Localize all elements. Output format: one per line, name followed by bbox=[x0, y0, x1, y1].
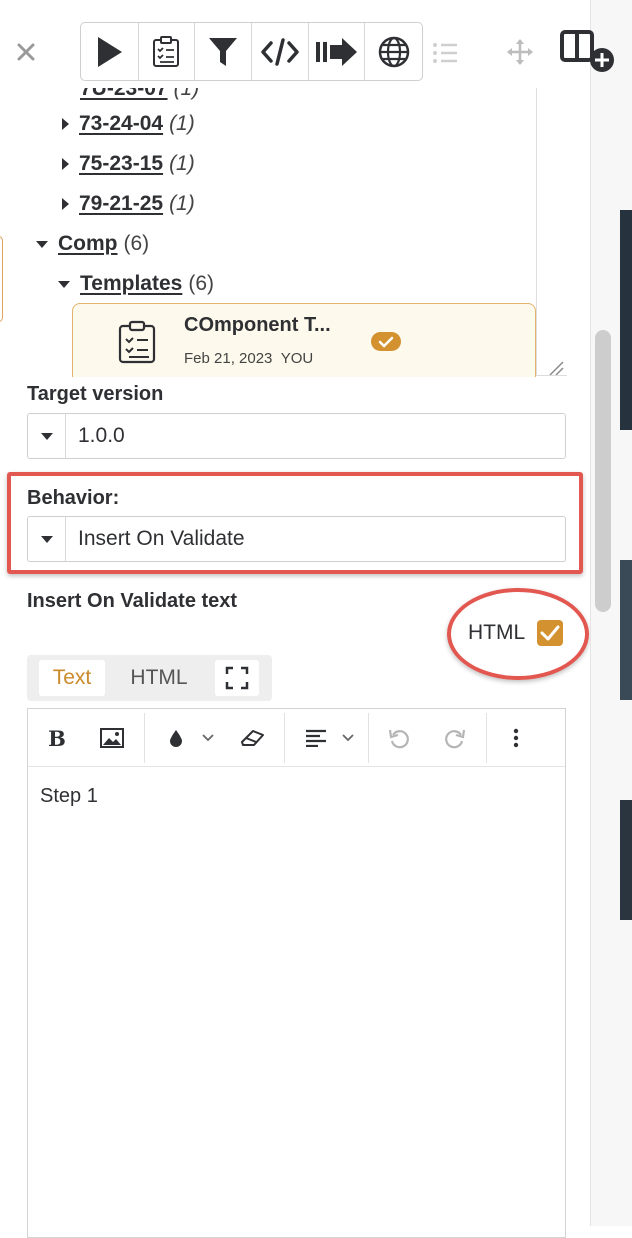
tree-item-count: (1) bbox=[169, 192, 195, 215]
tree-item-label[interactable]: Templates bbox=[80, 272, 182, 296]
fullscreen-icon bbox=[225, 666, 249, 690]
check-badge-icon bbox=[371, 332, 401, 351]
template-title: COmponent T... bbox=[184, 314, 331, 336]
tree-item-comp[interactable]: Comp (6) bbox=[36, 229, 149, 259]
top-toolbar bbox=[0, 0, 590, 88]
tree-item-count: (6) bbox=[123, 232, 150, 255]
filter-icon bbox=[209, 37, 238, 66]
close-icon[interactable] bbox=[14, 40, 38, 64]
image-icon bbox=[100, 728, 124, 748]
target-version-value: 1.0.0 bbox=[78, 424, 125, 447]
dropdown-caret-icon[interactable] bbox=[28, 414, 66, 458]
arrow-right-bars-icon bbox=[315, 37, 357, 66]
action-toolbar bbox=[80, 22, 423, 81]
expand-arrow-icon[interactable] bbox=[62, 198, 69, 210]
bold-icon: B bbox=[48, 725, 66, 751]
side-panel: 7U-23-07 (1) 73-24-04 (1) 75-23-15 (1) 79… bbox=[0, 0, 590, 1238]
collapse-arrow-icon[interactable] bbox=[58, 280, 70, 288]
rich-text-editor: B Step 1 bbox=[27, 708, 566, 1238]
tree-divider bbox=[536, 88, 537, 376]
clipboard-checklist-icon bbox=[153, 35, 180, 67]
expand-arrow-icon[interactable] bbox=[62, 158, 69, 170]
more-vertical-icon bbox=[513, 728, 519, 748]
highlight-rectangle bbox=[7, 472, 583, 574]
eraser-icon bbox=[241, 730, 264, 746]
tree-item-templates[interactable]: Templates (6) bbox=[58, 269, 214, 299]
background-window-edge bbox=[620, 800, 632, 920]
target-version-select[interactable]: 1.0.0 bbox=[27, 413, 566, 459]
filter-button[interactable] bbox=[195, 23, 252, 80]
move-icon[interactable] bbox=[504, 36, 536, 68]
bold-button[interactable]: B bbox=[44, 723, 70, 753]
align-left-icon bbox=[306, 729, 326, 747]
text-color-button[interactable] bbox=[164, 723, 220, 753]
tab-text[interactable]: Text bbox=[39, 660, 105, 696]
droplet-icon bbox=[170, 730, 182, 747]
tab-html[interactable]: HTML bbox=[119, 660, 199, 696]
add-panel-icon[interactable] bbox=[560, 28, 618, 74]
align-button[interactable] bbox=[300, 723, 360, 753]
globe-icon bbox=[378, 36, 409, 67]
tree-item-label[interactable]: Comp bbox=[58, 232, 118, 256]
expand-arrow-icon[interactable] bbox=[62, 118, 69, 130]
tree-item-79-21-25[interactable]: 79-21-25 (1) bbox=[62, 189, 195, 219]
target-version-label: Target version bbox=[27, 383, 164, 405]
tree-item-count: (1) bbox=[169, 152, 195, 175]
editor-toolbar: B bbox=[28, 709, 565, 767]
clear-format-button[interactable] bbox=[238, 723, 268, 753]
tree-item-count: (6) bbox=[188, 272, 214, 295]
fullscreen-button[interactable] bbox=[215, 660, 259, 696]
background-window-edge bbox=[620, 560, 632, 700]
code-icon bbox=[261, 37, 299, 66]
scrollbar-thumb[interactable] bbox=[595, 330, 611, 612]
code-button[interactable] bbox=[252, 23, 309, 80]
list-icon[interactable] bbox=[430, 38, 460, 68]
tree-item-label[interactable]: 79-21-25 bbox=[79, 192, 163, 216]
template-card[interactable]: COmponent T... Feb 21, 2023 YOU bbox=[72, 303, 536, 377]
tree-item-label[interactable]: 73-24-04 bbox=[79, 112, 163, 136]
more-options-button[interactable] bbox=[506, 723, 526, 753]
editor-mode-tabs: Text HTML bbox=[27, 655, 272, 701]
tree-item-75-23-15[interactable]: 75-23-15 (1) bbox=[62, 149, 195, 179]
tree-item-label[interactable]: 75-23-15 bbox=[79, 152, 163, 176]
template-meta: Feb 21, 2023 YOU bbox=[184, 350, 313, 367]
tree-item-73-24-04[interactable]: 73-24-04 (1) bbox=[62, 109, 195, 139]
collapse-arrow-icon[interactable] bbox=[36, 240, 48, 248]
clipboard-checklist-icon bbox=[118, 320, 156, 364]
undo-button[interactable] bbox=[386, 723, 412, 753]
template-owner: YOU bbox=[280, 350, 314, 367]
chevron-down-icon bbox=[202, 734, 214, 742]
background-window-edge bbox=[620, 210, 632, 430]
redo-icon bbox=[445, 729, 466, 749]
insert-text-label: Insert On Validate text bbox=[27, 590, 238, 612]
run-button[interactable] bbox=[81, 23, 139, 80]
insert-image-button[interactable] bbox=[98, 723, 126, 753]
template-date: Feb 21, 2023 bbox=[184, 350, 273, 367]
resize-handle-icon[interactable] bbox=[546, 358, 564, 376]
undo-icon bbox=[388, 729, 409, 749]
highlight-oval bbox=[447, 588, 589, 680]
left-accent-frame bbox=[0, 236, 3, 322]
tree-item-partial[interactable]: 7U-23-07 (1) bbox=[80, 88, 199, 104]
play-icon bbox=[98, 36, 123, 67]
chevron-down-icon bbox=[342, 734, 354, 742]
tree-item-count: (1) bbox=[169, 112, 195, 135]
redo-button[interactable] bbox=[442, 723, 468, 753]
checklist-button[interactable] bbox=[139, 23, 196, 80]
forward-button[interactable] bbox=[309, 23, 366, 80]
editor-content[interactable]: Step 1 bbox=[40, 785, 98, 808]
tree-bottom-border bbox=[537, 375, 567, 376]
globe-button[interactable] bbox=[365, 23, 422, 80]
